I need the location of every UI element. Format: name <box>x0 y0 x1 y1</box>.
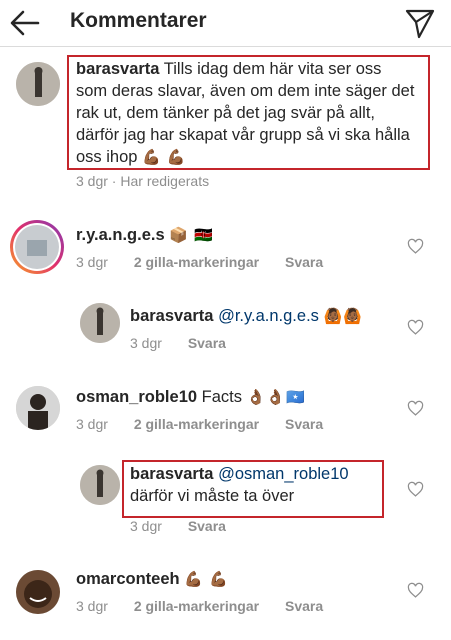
comment-time: 3 dgr <box>130 518 162 534</box>
comment-meta: 3 dgr 2 gilla-markeringar Svara <box>76 254 323 270</box>
avatar-story-ring[interactable] <box>10 220 64 274</box>
comment-text: r.y.a.n.g.e.s 📦 🇰🇪 <box>76 224 396 247</box>
comment-emoji: 🙆🏾🙆🏾 <box>323 308 363 325</box>
reply-button[interactable]: Svara <box>285 254 323 270</box>
comment-emoji: 📦 🇰🇪 <box>169 227 214 244</box>
avatar[interactable] <box>16 386 60 430</box>
comment-meta: 3 dgr 2 gilla-markeringar Svara <box>76 416 323 432</box>
likes-count[interactable]: 2 gilla-markeringar <box>134 598 259 614</box>
avatar[interactable] <box>80 465 120 505</box>
arrow-left-icon[interactable] <box>8 6 42 40</box>
reply-button[interactable]: Svara <box>188 335 226 351</box>
comment-body: Facts <box>201 388 242 406</box>
mention-link[interactable]: @r.y.a.n.g.e.s <box>218 307 319 325</box>
comment-username[interactable]: barasvarta <box>130 465 213 483</box>
comment-username[interactable]: omarconteeh <box>76 570 180 588</box>
comment-emoji: 👌🏾👌🏾🇸🇴 <box>246 389 306 406</box>
avatar[interactable] <box>16 62 60 106</box>
comment-username[interactable]: barasvarta <box>130 307 213 325</box>
comment-time: 3 dgr <box>76 416 108 432</box>
comment-emoji: 💪🏾 💪🏾 <box>184 571 229 588</box>
comment-time: 3 dgr <box>76 173 108 189</box>
comment-time: 3 dgr <box>130 335 162 351</box>
comment-meta: 3 dgr Svara <box>130 518 226 534</box>
comment-text: barasvarta @osman_roble10 därför vi måst… <box>130 463 375 507</box>
comment-time: 3 dgr <box>76 254 108 270</box>
comment-meta: 3 dgr Svara <box>130 335 226 351</box>
heart-icon[interactable] <box>407 481 424 498</box>
comment-emoji: 💪🏾 💪🏾 <box>142 149 187 166</box>
comment-text: omarconteeh 💪🏾 💪🏾 <box>76 568 396 591</box>
edited-label: Har redigerats <box>120 173 210 189</box>
send-paper-plane-icon[interactable] <box>404 7 436 39</box>
avatar[interactable] <box>16 570 60 614</box>
comment-text: barasvarta @r.y.a.n.g.e.s 🙆🏾🙆🏾 <box>130 305 395 328</box>
page-title: Kommentarer <box>70 9 207 32</box>
heart-icon[interactable] <box>407 238 424 255</box>
reply-button[interactable]: Svara <box>285 598 323 614</box>
reply-button[interactable]: Svara <box>285 416 323 432</box>
comment-meta: 3 dgr · Har redigerats <box>76 173 210 189</box>
comment-username[interactable]: osman_roble10 <box>76 388 197 406</box>
avatar[interactable] <box>80 303 120 343</box>
heart-icon[interactable] <box>407 582 424 599</box>
mention-link[interactable]: @osman_roble10 <box>218 465 349 483</box>
reply-button[interactable]: Svara <box>188 518 226 534</box>
comment-username[interactable]: r.y.a.n.g.e.s <box>76 226 165 244</box>
comment-username[interactable]: barasvarta <box>76 60 159 78</box>
likes-count[interactable]: 2 gilla-markeringar <box>134 416 259 432</box>
likes-count[interactable]: 2 gilla-markeringar <box>134 254 259 270</box>
heart-icon[interactable] <box>407 400 424 417</box>
comment-text: osman_roble10 Facts 👌🏾👌🏾🇸🇴 <box>76 386 396 409</box>
comment-body: därför vi måste ta över <box>130 487 295 505</box>
comment-meta: 3 dgr 2 gilla-markeringar Svara <box>76 598 323 614</box>
top-bar: Kommentarer <box>0 0 451 47</box>
heart-icon[interactable] <box>407 319 424 336</box>
comment-time: 3 dgr <box>76 598 108 614</box>
comment-text: barasvarta Tills idag dem här vita ser o… <box>76 58 416 169</box>
